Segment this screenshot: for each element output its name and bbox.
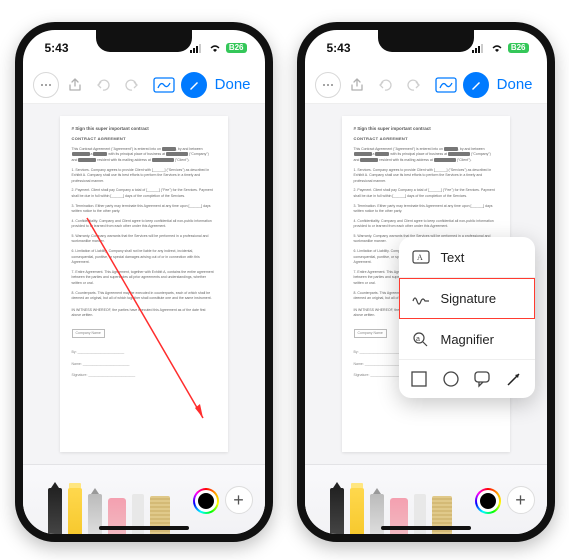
share-button[interactable] — [345, 71, 370, 99]
by-line: By: ________________________ — [72, 350, 216, 355]
doc-clause: 1. Services. Company agrees to provide C… — [354, 168, 498, 185]
status-time: 5:43 — [45, 41, 69, 55]
doc-clause: 1. Services. Company agrees to provide C… — [72, 168, 216, 185]
home-indicator[interactable] — [381, 526, 471, 530]
share-button[interactable] — [63, 71, 88, 99]
document-page[interactable]: # Sign this super important contract CON… — [60, 116, 228, 452]
redo-button[interactable] — [402, 71, 427, 99]
home-indicator[interactable] — [99, 526, 189, 530]
magnifier-icon: a — [411, 329, 431, 349]
add-button[interactable]: + — [507, 486, 535, 514]
doc-clause: 6. Limitation of Liability. Company shal… — [72, 249, 216, 266]
doc-clause: 2. Payment. Client shall pay Company a t… — [72, 188, 216, 199]
markup-toggle-button[interactable] — [181, 71, 207, 99]
doc-subtitle: CONTRACT AGREEMENT — [354, 136, 498, 142]
document-canvas[interactable]: # Sign this super important contract CON… — [23, 104, 265, 464]
status-time: 5:43 — [327, 41, 351, 55]
status-right: B26 — [472, 43, 529, 53]
highlighter-tool[interactable] — [350, 488, 364, 534]
doc-title: # Sign this super important contract — [72, 126, 216, 133]
markup-toolbar: + — [305, 464, 547, 534]
notch — [378, 30, 474, 52]
markup-toolbar: + — [23, 464, 265, 534]
square-shape[interactable] — [410, 370, 428, 388]
doc-title: # Sign this super important contract — [354, 126, 498, 133]
name-line: Name: ________________________ — [72, 362, 216, 367]
phone-left: 5:43 B26 Done # Sign this super importan… — [15, 22, 273, 542]
signature-icon — [411, 288, 431, 308]
markup-topbar: Done — [23, 66, 265, 104]
markup-topbar: Done — [305, 66, 547, 104]
done-button[interactable]: Done — [493, 76, 537, 93]
screen: 5:43 B26 Done # Sign this super importan… — [23, 30, 265, 534]
auto-minimize-button[interactable] — [434, 71, 459, 99]
doc-clause: 2. Payment. Client shall pay Company a t… — [354, 188, 498, 199]
battery-badge: B26 — [226, 43, 247, 53]
document-canvas[interactable]: # Sign this super important contract CON… — [305, 104, 547, 464]
signature-block: Company Name By: _______________________… — [72, 329, 216, 378]
popup-shapes-row — [399, 360, 535, 398]
doc-clause: 7. Entire Agreement. This Agreement, tog… — [72, 270, 216, 287]
popup-signature-label: Signature — [441, 291, 497, 306]
color-picker[interactable] — [193, 488, 219, 514]
phone-right: b 5:43 B26 Done # Sign this super import… — [297, 22, 555, 542]
add-menu-popup: A Text Signature a Magnifier — [399, 237, 535, 398]
popup-text-option[interactable]: A Text — [399, 237, 535, 278]
signal-icon — [190, 43, 204, 53]
popup-magnifier-option[interactable]: a Magnifier — [399, 319, 535, 360]
svg-text:a: a — [416, 336, 420, 343]
signature-line: Signature: ________________________ — [72, 373, 216, 378]
doc-clause: 3. Termination. Either party may termina… — [72, 204, 216, 215]
doc-subtitle: CONTRACT AGREEMENT — [72, 136, 216, 142]
undo-button[interactable] — [373, 71, 398, 99]
markup-toggle-button[interactable] — [463, 71, 489, 99]
add-button[interactable]: + — [225, 486, 253, 514]
redo-button[interactable] — [120, 71, 145, 99]
doc-clause: 8. Counterparts. This Agreement may be e… — [72, 291, 216, 302]
undo-button[interactable] — [91, 71, 116, 99]
circle-shape[interactable] — [442, 370, 460, 388]
doc-intro: This Contract Agreement ("Agreement") is… — [354, 147, 498, 164]
wifi-icon — [208, 43, 222, 53]
doc-clause: 5. Warranty. Company warrants that the S… — [72, 234, 216, 245]
doc-intro: This Contract Agreement ("Agreement") is… — [72, 147, 216, 164]
signal-icon — [472, 43, 486, 53]
company-box: Company Name — [72, 329, 105, 338]
svg-text:A: A — [417, 253, 423, 262]
speech-bubble-shape[interactable] — [473, 370, 491, 388]
doc-clause: 4. Confidentiality. Company and Client a… — [72, 219, 216, 230]
status-right: B26 — [190, 43, 247, 53]
doc-witness: IN WITNESS WHEREOF, the parties have exe… — [72, 308, 216, 319]
popup-text-label: Text — [441, 250, 465, 265]
company-box: Company Name — [354, 329, 387, 338]
pen-tool[interactable] — [330, 488, 344, 534]
arrow-shape[interactable] — [505, 370, 523, 388]
popup-signature-option[interactable]: Signature — [399, 278, 535, 319]
text-icon: A — [411, 247, 431, 267]
done-button[interactable]: Done — [211, 76, 255, 93]
color-picker[interactable] — [475, 488, 501, 514]
auto-minimize-button[interactable] — [152, 71, 177, 99]
popup-magnifier-label: Magnifier — [441, 332, 494, 347]
highlighter-tool[interactable] — [68, 488, 82, 534]
doc-clause: 4. Confidentiality. Company and Client a… — [354, 219, 498, 230]
more-button[interactable] — [33, 71, 59, 99]
wifi-icon — [490, 43, 504, 53]
screen: b 5:43 B26 Done # Sign this super import… — [305, 30, 547, 534]
doc-clause: 3. Termination. Either party may termina… — [354, 204, 498, 215]
pen-tool[interactable] — [48, 488, 62, 534]
battery-badge: B26 — [508, 43, 529, 53]
more-button[interactable] — [315, 71, 341, 99]
notch — [96, 30, 192, 52]
